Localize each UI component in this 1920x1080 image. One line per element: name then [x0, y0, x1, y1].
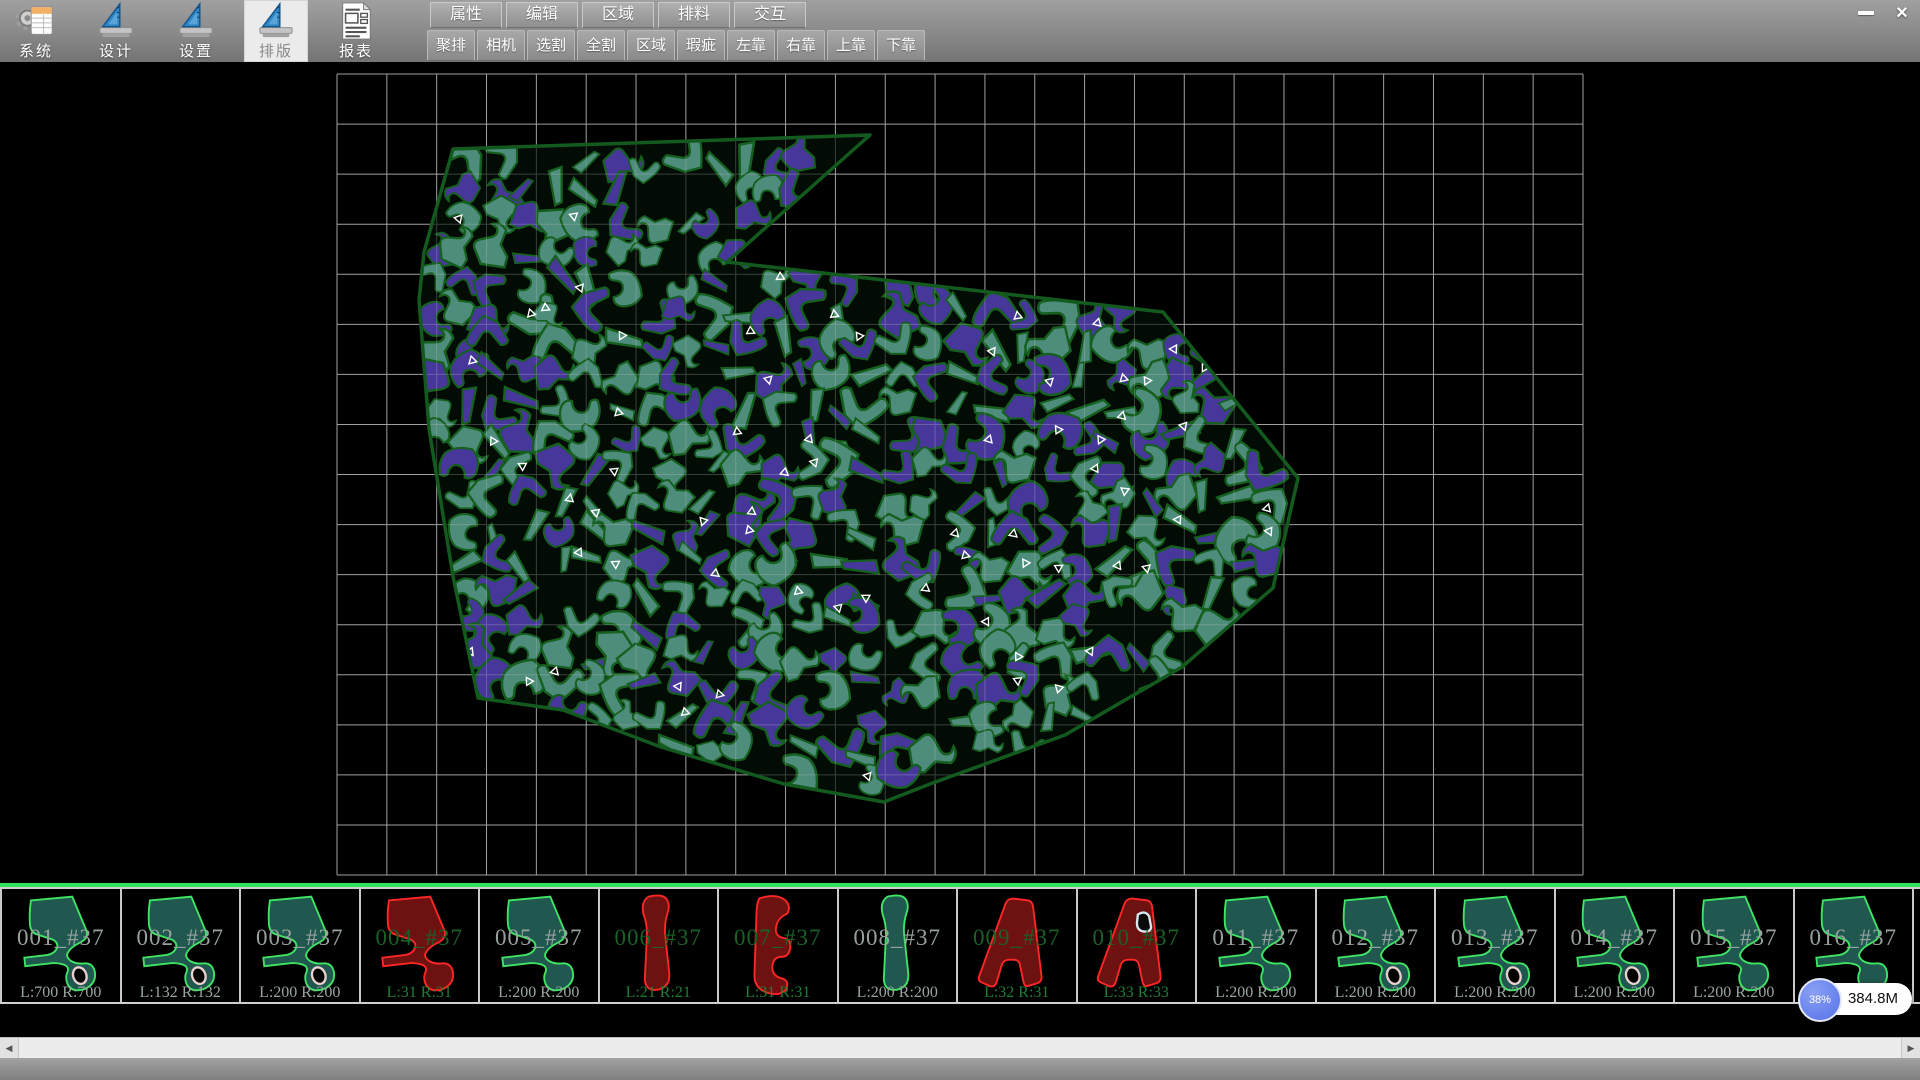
piece-shape-boot	[1208, 891, 1304, 1001]
tool-button-7[interactable]: 左靠	[727, 30, 775, 61]
piece-thumbnail-3[interactable]: 003_#37L:200 R:200	[241, 889, 361, 1002]
tool-button-8[interactable]: 右靠	[777, 30, 825, 61]
report-doc-icon	[334, 2, 378, 40]
memory-value: 384.8M	[1848, 990, 1898, 1007]
set-square-icon	[174, 2, 218, 40]
menu-tab-3[interactable]: 区域	[582, 2, 654, 28]
app-button-4[interactable]: 排版	[244, 0, 308, 62]
tool-button-4[interactable]: 全割	[577, 30, 625, 61]
status-bar	[0, 1058, 1920, 1080]
piece-thumbnail-13[interactable]: 013_#37L:200 R:200	[1436, 889, 1556, 1002]
menu-tab-1[interactable]: 属性	[430, 2, 502, 28]
set-square-icon	[254, 2, 298, 40]
piece-shape-boot	[1686, 891, 1782, 1001]
piece-shape-a-shape	[1088, 891, 1184, 1001]
app-button-label: 报表	[339, 40, 373, 61]
piece-thumbnail-1[interactable]: 001_#37L:700 R:700	[0, 889, 122, 1002]
memory-percent: 38%	[1809, 984, 1831, 1016]
app-button-label: 系统	[19, 40, 53, 61]
piece-shape-tall	[849, 891, 945, 1001]
scroll-right-arrow[interactable]: ▶	[1901, 1038, 1920, 1059]
app-window: 系统设计设置排版报表 属性编辑区域排料交互 聚排相机选割全割区域瑕疵左靠右靠上靠…	[0, 0, 1920, 1080]
toolbar: 系统设计设置排版报表 属性编辑区域排料交互 聚排相机选割全割区域瑕疵左靠右靠上靠…	[0, 0, 1920, 63]
piece-thumbnail-list: 001_#37L:700 R:700002_#37L:132 R:132003_…	[0, 887, 1920, 1004]
window-controls: ×	[1850, 2, 1918, 24]
memory-pill: 38% 384.8M	[1806, 983, 1912, 1015]
piece-id: 017_#37	[1914, 925, 1920, 951]
menu-tab-2[interactable]: 编辑	[506, 2, 578, 28]
piece-shape-boot	[132, 891, 228, 1001]
tool-button-5[interactable]: 区域	[627, 30, 675, 61]
app-button-2[interactable]: 设计	[84, 0, 148, 62]
piece-thumbnail-9[interactable]: 009_#37L:32 R:31	[958, 889, 1078, 1002]
piece-shape-tall	[610, 891, 706, 1001]
horizontal-scrollbar[interactable]: ◀ ▶	[0, 1037, 1920, 1059]
tool-button-10[interactable]: 下靠	[877, 30, 925, 61]
piece-shape-a-shape	[969, 891, 1065, 1001]
app-button-label: 设置	[179, 40, 213, 61]
app-button-label: 排版	[259, 40, 293, 61]
piece-shape-boot	[1447, 891, 1543, 1001]
app-buttons: 系统 设计 设置 排版 报表	[4, 0, 388, 62]
close-icon: ×	[1896, 3, 1908, 23]
nesting-canvas[interactable]	[0, 62, 1920, 883]
piece-thumbnail-2[interactable]: 002_#37L:132 R:132	[122, 889, 242, 1002]
tool-button-1[interactable]: 聚排	[427, 30, 475, 61]
set-square-icon	[94, 2, 138, 40]
tool-button-2[interactable]: 相机	[477, 30, 525, 61]
piece-thumbnail-6[interactable]: 006_#37L:21 R:21	[600, 889, 720, 1002]
piece-thumbnail-10[interactable]: 010_#37L:33 R:33	[1078, 889, 1198, 1002]
tool-button-6[interactable]: 瑕疵	[677, 30, 725, 61]
tool-button-3[interactable]: 选割	[527, 30, 575, 61]
piece-thumbnail-12[interactable]: 012_#37L:200 R:200	[1317, 889, 1437, 1002]
piece-shape-boot	[371, 891, 467, 1001]
tool-button-9[interactable]: 上靠	[827, 30, 875, 61]
menu-tab-4[interactable]: 排料	[658, 2, 730, 28]
app-button-1[interactable]: 系统	[4, 0, 68, 62]
minimize-button[interactable]	[1850, 2, 1882, 24]
piece-thumbnail-4[interactable]: 004_#37L:31 R:31	[361, 889, 481, 1002]
menu-tab-5[interactable]: 交互	[734, 2, 806, 28]
piece-thumbnail-15[interactable]: 015_#37L:200 R:200	[1675, 889, 1795, 1002]
piece-thumbnail-5[interactable]: 005_#37L:200 R:200	[480, 889, 600, 1002]
nesting-layout-svg	[0, 62, 1920, 883]
piece-shape-boot	[1327, 891, 1423, 1001]
piece-lr-values: L:200 R:200	[1914, 984, 1920, 1002]
tool-buttons: 聚排相机选割全割区域瑕疵左靠右靠上靠下靠	[427, 30, 925, 61]
piece-thumbnail-7[interactable]: 007_#37L:31 R:31	[719, 889, 839, 1002]
piece-thumbnail-8[interactable]: 008_#37L:200 R:200	[839, 889, 959, 1002]
scroll-left-arrow[interactable]: ◀	[0, 1038, 19, 1059]
piece-shape-boot	[13, 891, 109, 1001]
piece-thumbnail-11[interactable]: 011_#37L:200 R:200	[1197, 889, 1317, 1002]
system-gear-icon	[14, 2, 58, 40]
memory-badge: 38% 384.8M	[1806, 983, 1912, 1015]
piece-shape-boot	[491, 891, 587, 1001]
memory-percent-indicator: 38%	[1798, 978, 1842, 1022]
minimize-icon	[1858, 11, 1874, 15]
ribbon-tabs: 属性编辑区域排料交互	[430, 2, 806, 28]
piece-thumbnail-14[interactable]: 014_#37L:200 R:200	[1556, 889, 1676, 1002]
piece-thumbnail-17[interactable]: 017_#37 L:200 R:200	[1914, 889, 1920, 1002]
pieces-strip: 001_#37L:700 R:700002_#37L:132 R:132003_…	[0, 883, 1920, 1004]
app-button-3[interactable]: 设置	[164, 0, 228, 62]
app-button-5[interactable]: 报表	[324, 0, 388, 62]
close-button[interactable]: ×	[1886, 2, 1918, 24]
piece-shape-boot	[252, 891, 348, 1001]
app-button-label: 设计	[99, 40, 133, 61]
piece-shape-boot	[1566, 891, 1662, 1001]
piece-shape-c-shape	[730, 891, 826, 1001]
